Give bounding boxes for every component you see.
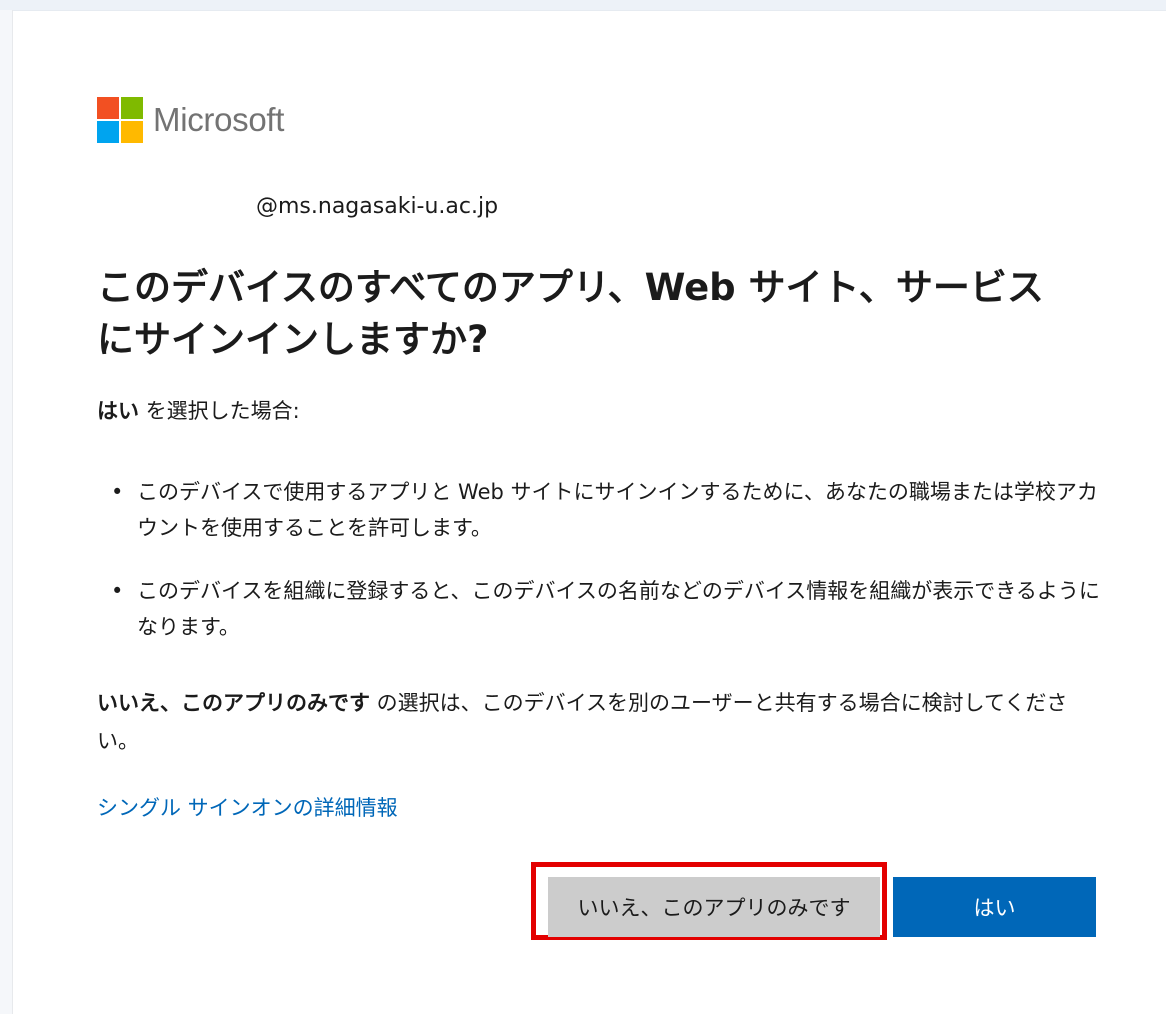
background-window-left [0,10,13,1014]
logo-square-blue [97,121,119,143]
sso-learn-more-link[interactable]: シングル サインオンの詳細情報 [97,792,398,822]
logo-square-red [97,97,119,119]
note-bold: いいえ、このアプリのみです [97,691,370,715]
bullet-marker: • [111,480,124,504]
bullet-marker: • [111,579,124,603]
microsoft-logo-text: Microsoft [153,101,285,138]
background-window-top [0,0,1166,11]
list-item: • このデバイスで使用するアプリと Web サイトにサインインするために、あなた… [97,474,1107,546]
shared-device-note: いいえ、このアプリのみです の選択は、このデバイスを別のユーザーと共有する場合に… [97,684,1107,760]
intro-text: はい を選択した場合: [97,395,300,425]
page-title: このデバイスのすべてのアプリ、Web サイト、サービスにサインインしますか? [97,266,1044,361]
logo-square-yellow [121,121,143,143]
intro-bold: はい [97,399,139,423]
list-item-text: このデバイスを組織に登録すると、このデバイスの名前などのデバイス情報を組織が表示… [137,579,1100,639]
consequence-list: • このデバイスで使用するアプリと Web サイトにサインインするために、あなた… [97,474,1107,672]
microsoft-logo: Microsoft [97,97,284,143]
intro-rest: を選択した場合: [139,399,300,423]
yes-button[interactable]: はい [893,877,1096,937]
list-item-text: このデバイスで使用するアプリと Web サイトにサインインするために、あなたの職… [137,480,1098,540]
logo-square-green [121,97,143,119]
account-email: @ms.nagasaki-u.ac.jp [256,194,499,219]
list-item: • このデバイスを組織に登録すると、このデバイスの名前などのデバイス情報を組織が… [97,573,1107,645]
microsoft-logo-icon [97,97,143,143]
no-this-app-only-button[interactable]: いいえ、このアプリのみです [548,877,880,937]
